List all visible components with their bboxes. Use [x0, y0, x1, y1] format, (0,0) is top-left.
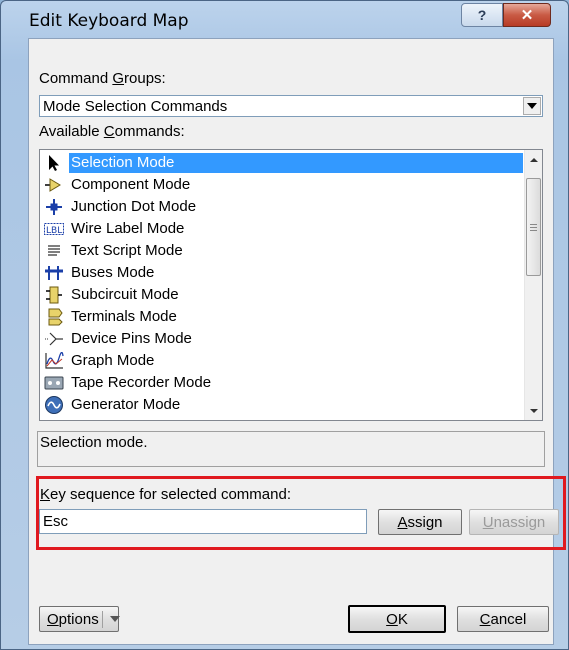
graph-icon — [44, 352, 64, 370]
chevron-down-icon[interactable] — [110, 616, 120, 622]
list-item-label: Generator Mode — [71, 396, 181, 413]
window-title: Edit Keyboard Map — [29, 11, 189, 31]
options-separator — [102, 611, 103, 628]
list-item[interactable]: Selection Mode — [42, 152, 523, 174]
available-commands-label: Available Commands: — [39, 123, 185, 140]
list-item-label: Device Pins Mode — [71, 330, 192, 347]
list-item[interactable]: Terminals Mode — [42, 306, 522, 328]
help-button[interactable]: ? — [461, 3, 503, 27]
chevron-down-icon — [527, 103, 537, 109]
command-groups-dropdown[interactable]: Mode Selection Commands — [39, 95, 543, 117]
device-pin-icon — [44, 330, 64, 348]
list-item[interactable]: Component Mode — [42, 174, 522, 196]
bus-icon — [44, 264, 64, 282]
dialog-window: Edit Keyboard Map ? ✕ Command Groups: Mo… — [0, 0, 569, 650]
list-item-label: Tape Recorder Mode — [71, 374, 212, 391]
wire-label-icon: LBL — [44, 220, 64, 238]
svg-text:LBL: LBL — [46, 226, 62, 236]
close-button[interactable]: ✕ — [503, 3, 551, 27]
list-item[interactable]: Text Script Mode — [42, 240, 522, 262]
cancel-button[interactable]: Cancel — [457, 606, 549, 632]
list-item[interactable]: Buses Mode — [42, 262, 522, 284]
list-item-label: Junction Dot Mode — [71, 198, 197, 215]
list-item[interactable]: Graph Mode — [42, 350, 522, 372]
list-scrollbar[interactable] — [524, 150, 542, 420]
close-icon: ✕ — [520, 7, 534, 24]
dropdown-arrow-button[interactable] — [523, 97, 541, 115]
help-icon: ? — [477, 7, 487, 23]
terminal-icon — [44, 308, 64, 326]
list-item[interactable]: Device Pins Mode — [42, 328, 522, 350]
list-item[interactable]: Tape Recorder Mode — [42, 372, 522, 394]
list-item-label: Terminals Mode — [71, 308, 177, 325]
ok-button[interactable]: OK — [348, 605, 446, 633]
list-item-label: Buses Mode — [71, 264, 155, 281]
scroll-down-button[interactable] — [526, 402, 542, 419]
command-description-box: Selection mode. — [37, 431, 545, 467]
list-item-label: Subcircuit Mode — [71, 286, 179, 303]
command-description: Selection mode. — [40, 434, 148, 451]
grip-icon — [530, 223, 537, 231]
chevron-up-icon — [530, 157, 538, 162]
list-item[interactable]: LBL Wire Label Mode — [42, 218, 522, 240]
list-item[interactable]: Subcircuit Mode — [42, 284, 522, 306]
list-item-label: Selection Mode — [69, 153, 523, 173]
generator-icon — [44, 396, 64, 414]
scroll-thumb[interactable] — [526, 178, 541, 276]
command-groups-label: Command Groups: — [39, 70, 166, 87]
arrow-pointer-icon — [44, 154, 64, 172]
highlight-frame — [36, 476, 566, 550]
list-item-label: Component Mode — [71, 176, 191, 193]
list-item-label: Text Script Mode — [71, 242, 183, 259]
list-item[interactable]: Junction Dot Mode — [42, 196, 522, 218]
list-item[interactable]: Generator Mode — [42, 394, 522, 416]
list-item-label: Wire Label Mode — [71, 220, 185, 237]
list-item-label: Graph Mode — [71, 352, 155, 369]
title-bar[interactable]: Edit Keyboard Map ? ✕ — [1, 1, 568, 37]
available-commands-list[interactable]: Selection Mode Component Mode Junction D… — [39, 149, 543, 421]
dialog-client-area: Command Groups: Mode Selection Commands … — [28, 38, 566, 645]
junction-dot-icon — [44, 198, 64, 216]
options-button[interactable]: Options — [39, 606, 120, 632]
text-script-icon — [44, 242, 64, 260]
command-groups-value: Mode Selection Commands — [43, 98, 228, 115]
scroll-up-button[interactable] — [526, 151, 542, 168]
chevron-down-icon — [530, 408, 538, 413]
subcircuit-icon — [44, 286, 64, 304]
tape-recorder-icon — [44, 374, 64, 392]
component-arrow-icon — [44, 176, 64, 194]
